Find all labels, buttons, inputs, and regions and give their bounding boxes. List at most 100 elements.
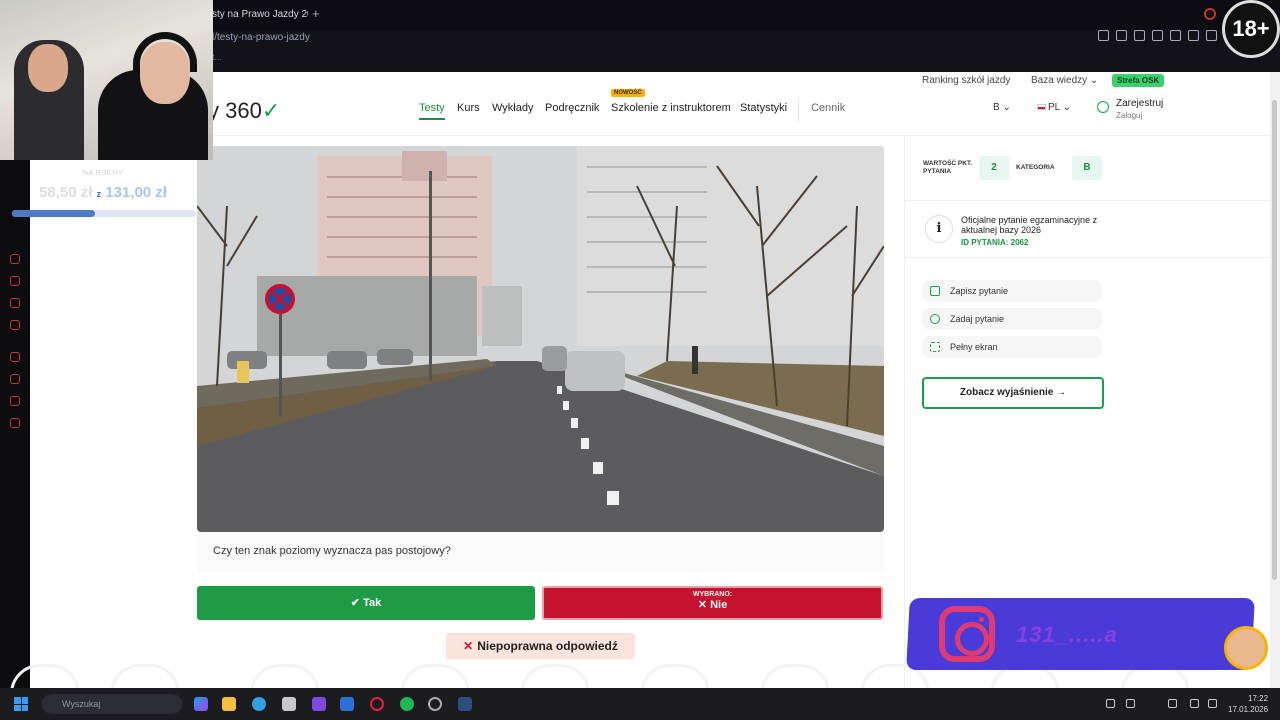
answer-no-button[interactable]: WYBRANO: ✕ Nie <box>542 586 883 620</box>
bookmark-icon[interactable] <box>1098 30 1109 41</box>
points-label: WARTOŚĆ PKT. PYTANIA <box>923 160 972 176</box>
new-badge: NOWOŚĆ <box>611 89 645 97</box>
nav-handbook[interactable]: Podręcznik <box>545 102 599 114</box>
heart-icon[interactable] <box>1170 30 1181 41</box>
sidebar-icon[interactable] <box>10 352 20 362</box>
donation-current: 58,50 zł <box>39 184 93 201</box>
info-icon: i <box>925 215 953 243</box>
graffiti-stroke <box>110 664 180 688</box>
graffiti-stroke <box>250 664 320 688</box>
wifi-icon[interactable] <box>1190 699 1199 708</box>
points-value: 2 <box>979 156 1009 180</box>
login-link[interactable]: Zaloguj <box>1116 111 1142 120</box>
edge-icon[interactable] <box>252 697 266 711</box>
register-link[interactable]: Zarejestruj <box>1116 98 1163 109</box>
download-icon[interactable] <box>1206 30 1217 41</box>
age-badge: 18+ <box>1222 0 1280 58</box>
nav-tests[interactable]: Testy <box>419 102 445 120</box>
play-icon[interactable] <box>1152 30 1163 41</box>
category-label: KATEGORIA <box>1016 164 1055 171</box>
logo-text: y 360 <box>208 98 262 123</box>
spotify-icon[interactable] <box>400 697 414 711</box>
donation-amount: 58,50 zł z 131,00 zł <box>30 184 176 201</box>
chat-icon <box>930 314 940 324</box>
profile-icon[interactable] <box>1188 30 1199 41</box>
category-value-box: B <box>1072 156 1102 180</box>
question-box: Czy ten znak poziomy wyznacza pas postoj… <box>197 532 884 572</box>
app-icon[interactable] <box>312 697 326 711</box>
toolbar-icons <box>1098 30 1217 41</box>
expand-icon <box>930 342 940 352</box>
answer-no-label: ✕ Nie <box>544 598 881 611</box>
clock-time: 17:22 <box>1248 694 1269 703</box>
scrollbar-thumb[interactable] <box>1272 100 1277 580</box>
main-nav: y 360✓ Testy Kurs Wykłady Podręcznik NOW… <box>30 89 1270 136</box>
new-tab-button[interactable]: + <box>312 6 320 21</box>
clock-icon[interactable] <box>10 374 20 384</box>
knowledge-base-label: Baza wiedzy <box>1031 75 1088 86</box>
answer-yes-label: Tak <box>363 597 382 609</box>
webpage: Ranking szkół jazdy Baza wiedzy ⌄ Strefa… <box>30 72 1270 688</box>
mail-icon[interactable] <box>340 697 354 711</box>
windows-taskbar: Wyszukaj 17:22 17.01.2026 <box>0 688 1280 720</box>
fullscreen-button[interactable]: Pełny ekran <box>922 336 1102 358</box>
official-question-info: i Oficjalne pytanie egzaminacyjne z aktu… <box>904 200 1270 258</box>
taskbar-search[interactable]: Wyszukaj <box>42 694 182 714</box>
street-scene-illustration <box>197 146 884 532</box>
close-icon: ✕ <box>463 639 474 653</box>
microphone-icon[interactable] <box>1168 699 1177 708</box>
sidebar-icon[interactable] <box>10 298 20 308</box>
bookmarks-bar[interactable]: t... <box>212 52 222 62</box>
points-label-line2: PYTANIA <box>923 168 952 175</box>
volume-icon[interactable] <box>1208 699 1217 708</box>
sidebar-icon[interactable] <box>10 276 20 286</box>
see-explanation-button[interactable]: Zobacz wyjaśnienie → <box>922 377 1104 409</box>
ask-question-button[interactable]: Zadaj pytanie <box>922 308 1102 330</box>
taskbar-clock[interactable]: 17:22 17.01.2026 <box>1228 693 1268 715</box>
category-select[interactable]: B ⌄ <box>993 102 1011 113</box>
graffiti-stroke <box>760 664 830 688</box>
tray-icon[interactable] <box>1126 699 1135 708</box>
logo-check-icon: ✓ <box>261 98 281 123</box>
sidebar-icon[interactable] <box>10 320 20 330</box>
snapshot-icon[interactable] <box>1116 30 1127 41</box>
notepad-icon[interactable] <box>282 697 296 711</box>
nav-pricing[interactable]: Cennik <box>811 102 845 114</box>
settings-icon[interactable] <box>10 418 20 428</box>
nav-course[interactable]: Kurs <box>457 102 480 114</box>
shield-icon[interactable] <box>1134 30 1145 41</box>
nav-divider <box>798 98 799 122</box>
obs-icon[interactable] <box>428 697 442 711</box>
browser-tab[interactable]: sty na Prawo Jazdy 202 <box>212 4 308 26</box>
check-icon: ✔ <box>350 597 364 609</box>
file-explorer-icon[interactable] <box>222 697 236 711</box>
ask-question-label: Zadaj pytanie <box>950 314 1005 324</box>
points-label-line1: WARTOŚĆ PKT. <box>923 160 972 167</box>
user-icon <box>1097 101 1109 113</box>
nav-instructor-training[interactable]: Szkolenie z instruktorem <box>611 102 731 114</box>
chat-icon[interactable] <box>10 396 20 406</box>
webcam-overlay <box>0 0 213 160</box>
graffiti-stroke <box>400 664 470 688</box>
opera-icon[interactable] <box>370 697 384 711</box>
save-question-button[interactable]: Zapisz pytanie <box>922 280 1102 302</box>
sidebar-icon[interactable] <box>10 254 20 264</box>
nav-lectures[interactable]: Wykłady <box>492 102 533 114</box>
nav-statistics[interactable]: Statystyki <box>740 102 787 114</box>
tab-search-icon[interactable] <box>1204 8 1216 20</box>
donation-progress-fill <box>12 210 95 217</box>
donation-title: NA RUCHY <box>82 170 124 177</box>
address-bar[interactable]: l/testy-na-prawo-jazdy <box>212 30 310 46</box>
steam-icon[interactable] <box>458 697 472 711</box>
language-select[interactable]: PL ⌄ <box>1037 102 1071 113</box>
donation-separator: z <box>96 189 102 199</box>
site-logo[interactable]: y 360✓ <box>208 98 280 128</box>
graffiti-stroke <box>520 664 590 688</box>
knowledge-base-link[interactable]: Baza wiedzy ⌄ <box>1031 75 1098 86</box>
ranking-link[interactable]: Ranking szkół jazdy <box>922 75 1010 86</box>
answer-yes-button[interactable]: ✔ Tak <box>197 586 535 620</box>
windows-start-icon[interactable] <box>14 697 28 711</box>
osk-zone-button[interactable]: Strefa OSK <box>1112 74 1165 87</box>
tray-icon[interactable] <box>1106 699 1115 708</box>
copilot-icon[interactable] <box>194 697 208 711</box>
